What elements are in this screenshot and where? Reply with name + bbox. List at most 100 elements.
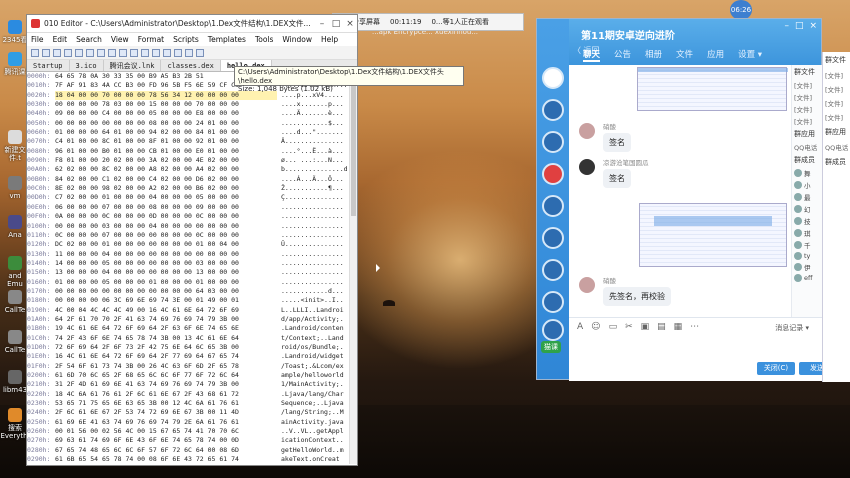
hex-row[interactable]: 0090h: F8 01 00 00 20 02 00 00 3A 02 00 0… (27, 156, 357, 165)
hex-row[interactable]: 0110h: 0C 00 00 00 07 00 00 00 00 00 00 0… (27, 231, 357, 240)
hex-row[interactable]: 0190h: 4C 00 04 4C 4C 4C 49 00 16 4C 61 6… (27, 306, 357, 315)
menu-item[interactable]: Format (138, 35, 164, 44)
chat-tab[interactable]: 聊天 (583, 48, 601, 62)
font-icon[interactable]: A (577, 322, 583, 332)
sender-avatar[interactable] (579, 277, 595, 293)
hex-row[interactable]: 0060h: 01 00 00 00 64 01 00 00 94 02 00 0… (27, 128, 357, 137)
qq-tel-app[interactable]: QQ电话 (792, 141, 823, 153)
hex-row[interactable]: 01B0h: 19 4C 61 6E 64 72 6F 69 64 2F 63 6… (27, 324, 357, 333)
chat-tab[interactable]: 应用 (707, 48, 724, 62)
group-member[interactable]: 伊 (792, 261, 823, 273)
hex-mode-icon[interactable] (174, 48, 182, 57)
undo-icon[interactable] (119, 48, 127, 57)
hex-row[interactable]: 01F0h: 2F 54 6F 61 73 74 3B 00 26 4C 63 6… (27, 362, 357, 371)
hex-row[interactable]: 0180h: 00 00 00 00 06 3C 69 6E 69 74 3E 0… (27, 296, 357, 305)
save-icon[interactable] (53, 48, 61, 57)
screen-share-bar[interactable]: 正在分享屏幕 00:11:19 0...等1人正在观看 (332, 13, 524, 31)
side-badge[interactable]: 猫课 (541, 341, 561, 353)
hex-row[interactable]: 0270h: 69 63 61 74 69 6F 6E 43 6F 6E 74 6… (27, 436, 357, 445)
chat-avatar[interactable] (542, 195, 564, 217)
file-tab[interactable]: classes.dex (161, 60, 221, 71)
hex-row[interactable]: 0230h: 53 65 71 75 65 6E 63 65 3B 00 12 4… (27, 399, 357, 408)
new-file-icon[interactable] (31, 48, 39, 57)
chat-avatar[interactable] (542, 291, 564, 313)
hex-row[interactable]: 0030h: 00 00 00 00 78 03 00 00 15 00 00 0… (27, 100, 357, 109)
chat-tab[interactable]: 设置 ▾ (738, 48, 762, 62)
chat-tab[interactable]: 相册 (645, 48, 662, 62)
hex-row[interactable]: 00A0h: 62 02 00 00 8C 02 00 00 A8 02 00 0… (27, 165, 357, 174)
group-member[interactable]: 幻 (792, 203, 823, 215)
sender-avatar[interactable] (579, 123, 595, 139)
editor-titlebar[interactable]: 010 Editor - C:\Users\Administrator\Desk… (27, 15, 357, 33)
scrollbar-thumb[interactable] (351, 76, 356, 216)
menu-item[interactable]: View (111, 35, 129, 44)
menu-item[interactable]: Tools (255, 35, 273, 44)
group-member[interactable]: 千 (792, 239, 823, 251)
gift-icon[interactable]: ▦ (674, 322, 683, 332)
folder-icon[interactable]: ▤ (657, 322, 666, 332)
hex-row[interactable]: 0280h: 67 65 74 48 65 6C 6C 6F 57 6F 72 6… (27, 446, 357, 455)
close-file-icon[interactable] (75, 48, 83, 57)
chat-tab[interactable]: 文件 (676, 48, 693, 62)
shared-image[interactable] (637, 67, 788, 111)
group-member[interactable]: ty (792, 251, 823, 261)
hex-row[interactable]: 01E0h: 16 4C 61 6E 64 72 6F 69 64 2F 77 6… (27, 352, 357, 361)
scissors-icon[interactable]: ✂ (625, 322, 633, 332)
hex-row[interactable]: 0120h: DC 02 00 00 01 00 00 00 00 00 00 0… (27, 240, 357, 249)
group-members-heading[interactable]: 群成员 (792, 153, 823, 167)
chat-avatar[interactable] (542, 163, 564, 185)
hex-row[interactable]: 00D0h: C7 02 00 00 01 00 00 00 04 00 00 0… (27, 193, 357, 202)
close-icon[interactable]: × (343, 19, 357, 29)
shared-image[interactable] (639, 203, 787, 267)
copy-icon[interactable] (97, 48, 105, 57)
message-list[interactable]: 硝酸 签名 凉游沧笔国圆瓜 签名 硝酸 先签名，再校验 (569, 65, 791, 317)
hex-row[interactable]: 0250h: 61 69 6E 41 63 74 69 76 69 74 79 2… (27, 418, 357, 427)
group-file[interactable]: [文件] (792, 79, 823, 91)
hex-row[interactable]: 0260h: 00 01 56 00 02 56 4C 00 15 67 65 7… (27, 427, 357, 436)
file-tab[interactable]: 腾讯会议.lnk (104, 60, 162, 71)
hex-view[interactable]: 0000h: 64 65 78 0A 30 33 35 00 B9 A5 B3 2… (27, 72, 357, 464)
hex-row[interactable]: 0140h: 14 00 00 00 05 00 00 00 00 00 00 0… (27, 259, 357, 268)
calculator-icon[interactable] (196, 48, 204, 57)
hex-row[interactable]: 0070h: C4 01 00 00 8C 01 00 00 8F 01 00 0… (27, 137, 357, 146)
group-member[interactable]: 最 (792, 191, 823, 203)
hex-row[interactable]: 0080h: 96 01 00 00 B0 01 00 00 CB 01 00 0… (27, 147, 357, 156)
hex-row[interactable]: 0050h: 00 00 00 00 00 00 00 00 08 00 00 0… (27, 119, 357, 128)
hex-row[interactable]: 0150h: 13 00 00 00 04 00 00 00 00 00 00 0… (27, 268, 357, 277)
group-member[interactable]: eff (792, 273, 823, 283)
hex-row[interactable]: 0210h: 31 2F 4D 61 69 6E 41 63 74 69 76 6… (27, 380, 357, 389)
meeting-avatar[interactable]: 06:26 (730, 0, 752, 20)
group-file[interactable]: [文件] (792, 115, 823, 127)
chat-avatar[interactable] (542, 259, 564, 281)
group-file[interactable]: [文件] (792, 91, 823, 103)
hex-row[interactable]: 01D0h: 72 6F 69 64 2F 6F 73 2F 42 75 6E 6… (27, 343, 357, 352)
group-member[interactable]: 琪 (792, 227, 823, 239)
group-file[interactable]: [文件] (792, 103, 823, 115)
hex-row[interactable]: 0100h: 00 00 00 00 03 00 00 00 04 00 00 0… (27, 222, 357, 231)
paste-icon[interactable] (108, 48, 116, 57)
group-member[interactable]: 技 (792, 215, 823, 227)
group-files-heading[interactable]: 群文件 (792, 65, 823, 79)
gif-icon[interactable]: ▭ (609, 322, 618, 332)
hex-row[interactable]: 0170h: 00 00 00 00 00 00 00 00 00 00 00 0… (27, 287, 357, 296)
hex-row[interactable]: 00B0h: 84 02 00 00 C1 02 00 00 C4 02 00 0… (27, 175, 357, 184)
image-icon[interactable]: ▣ (641, 322, 650, 332)
replace-icon[interactable] (152, 48, 160, 57)
chat-avatar[interactable] (542, 319, 564, 341)
message-history-button[interactable]: 消息记录 ▾ (775, 323, 809, 333)
chat-avatar[interactable] (542, 227, 564, 249)
emoji-icon[interactable]: ☺ (591, 322, 600, 332)
menu-item[interactable]: File (31, 35, 44, 44)
hex-row[interactable]: 0130h: 11 00 00 00 04 00 00 00 00 00 00 0… (27, 250, 357, 259)
more-icon[interactable]: ⋯ (690, 322, 699, 332)
maximize-icon[interactable]: □ (329, 19, 343, 29)
qq-group-chat-window[interactable]: 猫课 第11期安卓逆向进阶 〈 返回 聊天 公告 相册 文件 应用 设置 ▾ – □ × … (536, 18, 845, 381)
cut-icon[interactable] (86, 48, 94, 57)
group-member[interactable]: 舞 (792, 167, 823, 179)
menu-item[interactable]: Help (321, 35, 338, 44)
open-file-icon[interactable] (42, 48, 50, 57)
hex-row[interactable]: 01C0h: 74 2F 43 6F 6E 74 65 78 74 3B 00 1… (27, 334, 357, 343)
file-tab[interactable]: Startup (27, 60, 70, 71)
menu-item[interactable]: Edit (53, 35, 68, 44)
chat-tab[interactable]: 公告 (614, 48, 631, 62)
